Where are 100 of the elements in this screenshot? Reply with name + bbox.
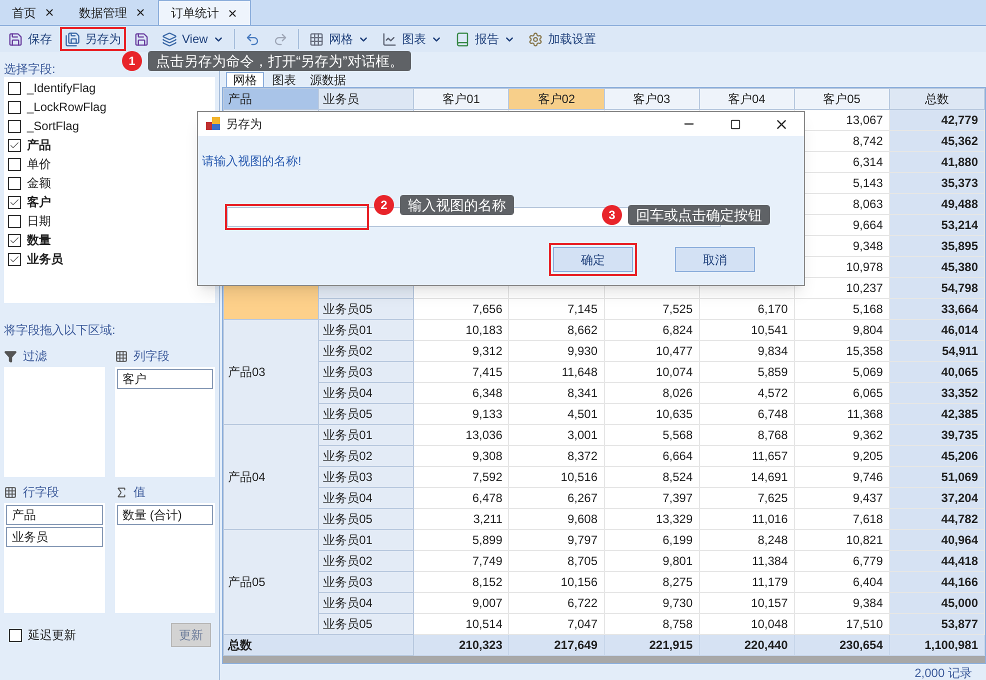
table-cell: 7,625 <box>699 488 794 508</box>
row-group-label: 产品03 <box>228 365 266 379</box>
table-cell: 37,204 <box>889 488 984 508</box>
table-cell: 45,380 <box>889 256 984 278</box>
table-cell: 9,797 <box>508 530 604 550</box>
checkbox[interactable] <box>9 628 22 642</box>
checkbox[interactable] <box>8 176 21 190</box>
table-cell: 9,834 <box>699 340 794 362</box>
column-header[interactable]: 客户02 <box>508 88 604 110</box>
checkbox[interactable] <box>8 214 21 228</box>
table-cell: 6,348 <box>414 382 509 404</box>
dialog-button[interactable]: 确定 <box>553 247 633 272</box>
row-group-header[interactable]: 产品03 <box>224 320 319 424</box>
table-cell: 54,798 <box>889 278 984 298</box>
row-header: 业务员02 <box>318 550 414 572</box>
table-cell: 10,541 <box>699 320 794 340</box>
column-header[interactable]: 产品 <box>224 88 319 110</box>
checkbox[interactable] <box>8 196 21 208</box>
field-label[interactable]: 业务员 <box>27 250 63 268</box>
column-header[interactable]: 客户03 <box>604 88 700 110</box>
column-header[interactable]: 总数 <box>889 88 984 110</box>
dialog-button[interactable]: 取消 <box>675 247 755 272</box>
checkbox[interactable] <box>8 252 21 266</box>
field-label[interactable]: 客户 <box>27 193 51 211</box>
field-chip[interactable]: 业务员 <box>6 527 102 547</box>
scrollbar[interactable] <box>223 656 985 663</box>
table-cell: 11,648 <box>508 362 604 382</box>
table-cell: 15,358 <box>794 340 890 362</box>
checkbox[interactable] <box>8 100 21 114</box>
row-group-header[interactable]: 产品04 <box>224 424 319 530</box>
row-group-label: 产品05 <box>228 575 266 589</box>
toolbar-button[interactable]: View <box>157 27 229 51</box>
table-cell: 40,065 <box>889 362 984 382</box>
table-cell: 11,657 <box>699 446 794 466</box>
row-header: 业务员05 <box>318 614 414 634</box>
field-label[interactable]: 日期 <box>27 212 51 230</box>
toolbar-button[interactable]: 图表 <box>376 27 447 51</box>
column-header[interactable]: 客户04 <box>699 88 794 110</box>
view-tab[interactable]: 图表 <box>266 72 302 87</box>
table-cell: 35,373 <box>889 172 984 194</box>
toolbar-button[interactable]: 保存 <box>3 27 57 51</box>
checkbox[interactable] <box>8 120 21 132</box>
column-header[interactable]: 客户01 <box>414 88 509 110</box>
table-cell: 9,133 <box>414 404 509 424</box>
table-cell: 49,488 <box>889 194 984 214</box>
field-label[interactable]: _SortFlag <box>27 117 80 135</box>
field-label[interactable]: 数量 <box>27 231 51 249</box>
zone-label: 列字段 <box>134 348 170 365</box>
tab[interactable]: 首页 <box>0 0 67 25</box>
table-cell: 41,880 <box>889 152 984 172</box>
row-header: 业务员02 <box>318 446 414 466</box>
close-icon[interactable] <box>227 8 238 18</box>
field-label[interactable]: 产品 <box>27 136 51 154</box>
field-chip[interactable]: 数量 (合计) <box>116 505 213 525</box>
tab[interactable]: 数据管理 <box>67 0 158 25</box>
field-label[interactable]: _IdentifyFlag <box>27 79 96 97</box>
maximize-icon[interactable] <box>730 118 740 130</box>
view-tab[interactable]: 源数据 <box>304 72 352 87</box>
table-cell: 9,801 <box>604 550 700 572</box>
dialog-prompt: 请输入视图的名称! <box>201 153 302 170</box>
column-header[interactable]: 业务员 <box>318 88 414 110</box>
row-group-header[interactable]: 产品05 <box>224 530 319 634</box>
checkbox[interactable] <box>8 158 21 170</box>
drop-zone[interactable]: 数量 (合计) <box>114 503 215 613</box>
tab[interactable]: 订单统计 <box>158 0 251 25</box>
table-cell: 6,779 <box>794 550 890 572</box>
table-cell: 46,014 <box>889 320 984 340</box>
table-cell: 7,525 <box>604 298 700 320</box>
grid-icon <box>308 32 324 46</box>
checkbox[interactable] <box>8 234 21 246</box>
table-cell: 5,168 <box>794 298 890 320</box>
row-header: 业务员05 <box>318 298 414 320</box>
toolbar-button[interactable]: 另存为 <box>60 27 126 51</box>
field-label[interactable]: 金额 <box>27 174 51 192</box>
drop-zone[interactable]: 产品 业务员 <box>4 503 104 613</box>
callout-tooltip: 回车或点击确定按钮 <box>628 205 770 225</box>
table-cell: 9,205 <box>794 446 890 466</box>
column-header[interactable]: 客户05 <box>794 88 890 110</box>
field-chip[interactable]: 客户 <box>116 369 213 389</box>
table-cell: 10,074 <box>604 362 700 382</box>
toolbar-button[interactable]: 加载设置 <box>522 27 601 51</box>
close-icon[interactable] <box>44 7 55 18</box>
field-label[interactable]: _LockRowFlag <box>27 98 106 116</box>
table-cell: 10,183 <box>414 320 509 340</box>
row-header: 业务员03 <box>318 362 414 382</box>
checkbox[interactable] <box>8 138 21 152</box>
checkbox[interactable] <box>8 82 21 94</box>
table-cell: 35,895 <box>889 236 984 256</box>
table-cell: 33,664 <box>889 298 984 320</box>
drop-zone[interactable]: 客户 <box>114 367 215 477</box>
table-cell: 40,964 <box>889 530 984 550</box>
close-icon[interactable] <box>135 7 146 18</box>
table-cell: 13,036 <box>414 424 509 446</box>
field-chip[interactable]: 产品 <box>6 505 102 525</box>
table-cell: 8,341 <box>508 382 604 404</box>
toolbar-button[interactable]: 报告 <box>450 27 520 51</box>
field-label[interactable]: 单价 <box>27 155 51 173</box>
table-cell: 9,804 <box>794 320 890 340</box>
view-tab[interactable]: 网格 <box>226 72 264 87</box>
toolbar-button[interactable]: 网格 <box>304 27 374 51</box>
